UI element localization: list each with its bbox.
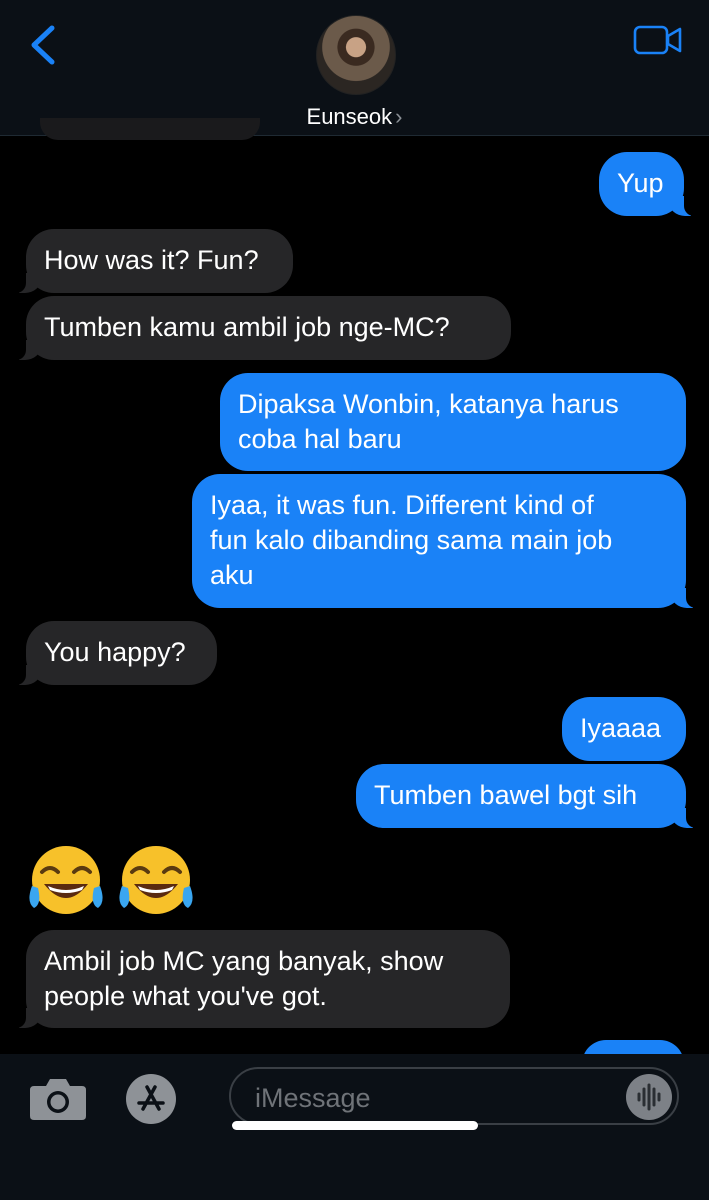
chevron-right-icon: › <box>395 104 403 129</box>
contact-name: Eunseok <box>306 104 393 129</box>
imessage-input[interactable]: iMessage <box>229 1067 679 1125</box>
app-store-icon[interactable] <box>124 1072 192 1126</box>
message-outgoing[interactable]: Yup <box>599 152 697 216</box>
home-indicator[interactable] <box>232 1121 478 1130</box>
audio-waveform-icon[interactable] <box>626 1074 672 1120</box>
emoji-message[interactable] <box>24 842 198 922</box>
message-incoming[interactable]: How was it? Fun? <box>13 229 293 293</box>
video-camera-icon[interactable] <box>633 24 683 56</box>
message-incoming[interactable]: Ambil job MC yang banyak, show people wh… <box>13 930 510 1028</box>
message-incoming[interactable]: Tumben kamu ambil job nge-MC? <box>13 296 511 360</box>
conversation-header: Eunseok › <box>0 0 709 136</box>
tears-of-joy-emoji-icon <box>119 846 193 914</box>
contact-avatar[interactable] <box>316 15 396 95</box>
camera-icon[interactable] <box>28 1074 88 1122</box>
message-outgoing[interactable]: Iyaa, it was fun. Different kind of fun … <box>192 474 699 608</box>
message-outgoing[interactable]: Dipaksa Wonbin, katanya harus coba hal b… <box>220 373 686 471</box>
tears-of-joy-emoji-icon <box>29 846 103 914</box>
message-incoming[interactable]: You happy? <box>13 621 217 685</box>
imessage-placeholder: iMessage <box>255 1083 371 1113</box>
message-outgoing[interactable]: Iyaaaa <box>562 697 686 761</box>
partial-message-bubble <box>40 118 260 140</box>
back-chevron-icon[interactable] <box>26 22 66 68</box>
message-outgoing[interactable]: Tumben bawel bgt sih <box>356 764 699 828</box>
